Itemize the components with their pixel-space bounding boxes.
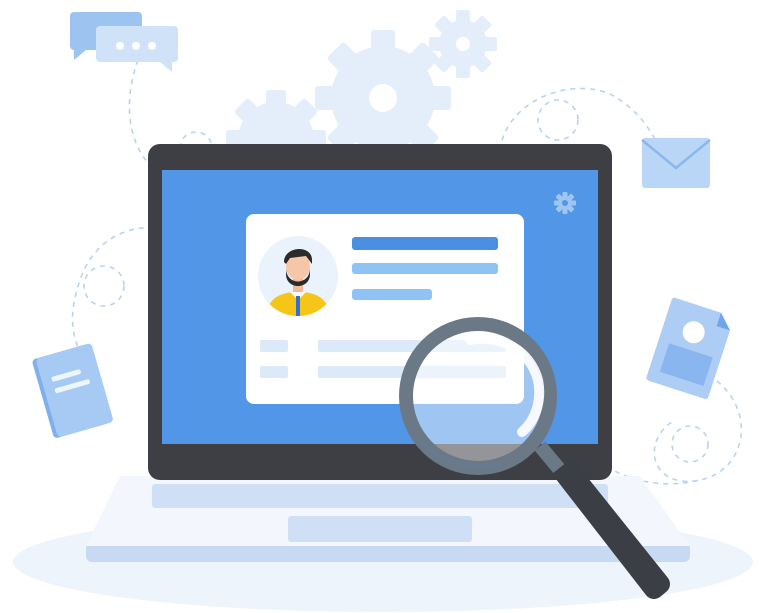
envelope-icon xyxy=(641,138,711,188)
detail-bar-2 xyxy=(352,289,432,300)
chat-bubble-icon xyxy=(70,12,178,72)
avatar-icon xyxy=(258,236,338,316)
laptop-illustration xyxy=(13,10,753,612)
document-icon xyxy=(32,343,113,438)
row-label-1 xyxy=(260,340,288,352)
detail-bar-1 xyxy=(352,263,498,274)
illustration-scene xyxy=(0,0,766,613)
gear-icon-small xyxy=(429,10,497,78)
row-label-2 xyxy=(260,366,288,378)
trackpad xyxy=(288,516,472,542)
name-bar xyxy=(352,237,498,250)
keyboard-area xyxy=(152,484,608,508)
settings-icon xyxy=(554,192,576,214)
image-file-icon xyxy=(646,297,731,400)
